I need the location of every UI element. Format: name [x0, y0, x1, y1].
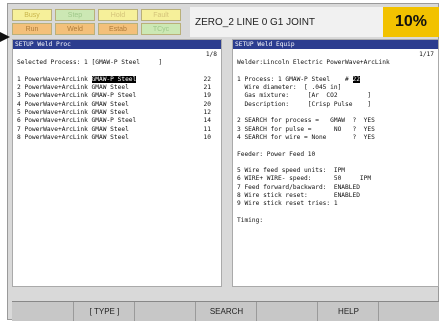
softkey-5[interactable]: [256, 302, 318, 321]
row-equipment: PowerWave+ArcLink: [24, 133, 88, 141]
row-name: 7: [17, 125, 21, 133]
row-equipment: PowerWave+ArcLink: [24, 109, 88, 117]
page-indicator: 1/8: [205, 51, 217, 58]
row-process[interactable]: GMAW-P Steel: [91, 75, 137, 83]
timing-label: Timing:: [237, 216, 264, 224]
pane-title: SETUP Weld Equip: [233, 40, 438, 49]
header-title: ZERO_2 LINE 0 G1 JOINT: [195, 17, 316, 28]
led-fault: Fault: [141, 9, 181, 21]
softkey-bar: [ TYPE ] SEARCH HELP: [12, 301, 439, 321]
process-row[interactable]: 4 PowerWave+ArcLink GMAW Steel 20: [17, 101, 217, 109]
row-name: 8: [17, 133, 21, 141]
welder-label: Welder:Lincoln Electric PowerWave+ArcLin…: [237, 59, 390, 67]
row-name: 4: [17, 100, 21, 108]
page-indicator: 1/17: [419, 51, 434, 58]
row-number: 10: [203, 133, 211, 141]
weld-proc-pane: SETUP Weld Proc 1/8 Selected Process: 1 …: [12, 39, 222, 287]
row-equipment: PowerWave+ArcLink: [24, 84, 88, 92]
process-number-field[interactable]: 22: [352, 75, 360, 83]
row-process[interactable]: GMAW-P Steel: [92, 92, 137, 99]
softkey-7[interactable]: [378, 302, 440, 321]
pane-title: SETUP Weld Proc: [13, 40, 221, 49]
process-row[interactable]: 3 PowerWave+ArcLink GMAW-P Steel 19: [17, 92, 217, 100]
row-name: 6: [17, 117, 21, 125]
row-number: 21: [203, 84, 211, 92]
process-row[interactable]: 6 PowerWave+ArcLink GMAW-P Steel 14: [17, 117, 217, 125]
softkey-3[interactable]: [134, 302, 196, 321]
row-name: 3: [17, 92, 21, 100]
led-hold: Hold: [98, 9, 138, 21]
search-process[interactable]: 2 SEARCH for process = GMAW ? YES: [237, 117, 434, 125]
search-wire[interactable]: 4 SEARCH for wire = None ? YES: [237, 134, 434, 142]
led-estab: Estab: [98, 23, 138, 35]
row-equipment: PowerWave+ArcLink: [24, 92, 88, 100]
softkey-search[interactable]: SEARCH: [195, 302, 257, 321]
row-number: 11: [203, 125, 211, 133]
row-name: 5: [17, 109, 21, 117]
row-process[interactable]: GMAW Steel: [92, 109, 129, 116]
row-process[interactable]: GMAW-P Steel: [92, 117, 137, 124]
softkey-help[interactable]: HELP: [317, 302, 379, 321]
search-pulse[interactable]: 3 SEARCH for pulse = NO ? YES: [237, 126, 434, 134]
row-process[interactable]: GMAW Steel: [92, 101, 129, 108]
softkey-1[interactable]: [12, 302, 73, 321]
row-process[interactable]: GMAW Steel: [92, 126, 129, 133]
led-tcyc: TCyc: [141, 23, 181, 35]
process-list: 1 PowerWave+ArcLink GMAW-P Steel 22 2 Powe…: [17, 75, 217, 142]
wire-feed-units[interactable]: 5 Wire feed speed units: IPM: [237, 167, 434, 175]
process-line[interactable]: 1 Process: 1 GMAW-P Steel # 22: [237, 75, 434, 84]
description[interactable]: Description: [Crisp Pulse ]: [237, 101, 434, 109]
feed-forward-backward[interactable]: 7 Feed forward/backward: ENABLED: [237, 184, 434, 192]
wire-stick-reset-tries[interactable]: 9 Wire stick reset tries: 1: [237, 200, 434, 208]
row-equipment: PowerWave+ArcLink: [24, 75, 88, 83]
process-row[interactable]: 1 PowerWave+ArcLink GMAW-P Steel 22: [17, 75, 217, 84]
weld-equip-pane: SETUP Weld Equip 1/17 Welder:Lincoln Ele…: [232, 39, 439, 287]
process-row[interactable]: 5 PowerWave+ArcLink GMAW Steel 12: [17, 109, 217, 117]
row-number: 12: [203, 109, 211, 117]
wire-speed[interactable]: 6 WIRE+ WIRE- speed: 50 IPM: [237, 175, 434, 183]
row-number: 14: [203, 117, 211, 125]
status-indicators: Busy Step Hold Fault Run Weld Estab TCyc: [12, 8, 186, 36]
row-process[interactable]: GMAW Steel: [92, 84, 129, 91]
row-number: 19: [203, 92, 211, 100]
feeder-label: Feeder: Power Feed 10: [237, 150, 316, 158]
softkey-type[interactable]: [ TYPE ]: [73, 302, 135, 321]
override-percent[interactable]: 10%: [383, 7, 439, 37]
row-equipment: PowerWave+ArcLink: [24, 125, 88, 133]
row-name: 1: [17, 75, 21, 83]
selected-process: Selected Process: 1 [GMAW-P Steel ]: [17, 59, 163, 67]
row-process[interactable]: GMAW Steel: [92, 134, 129, 141]
process-row[interactable]: 7 PowerWave+ArcLink GMAW Steel 11: [17, 126, 217, 134]
wire-stick-reset[interactable]: 8 Wire stick reset: ENABLED: [237, 192, 434, 200]
led-step: Step: [55, 9, 95, 21]
led-weld: Weld: [55, 23, 95, 35]
row-name: 2: [17, 84, 21, 92]
row-number: 20: [203, 100, 211, 108]
led-run: Run: [12, 23, 52, 35]
wire-diameter[interactable]: Wire diameter: [ .045 in]: [237, 84, 434, 92]
gas-mixture[interactable]: Gas mixture: [Ar CO2 ]: [237, 92, 434, 100]
process-row[interactable]: 8 PowerWave+ArcLink GMAW Steel 10: [17, 134, 217, 142]
led-busy: Busy: [12, 9, 52, 21]
process-row[interactable]: 2 PowerWave+ArcLink GMAW Steel 21: [17, 84, 217, 92]
row-equipment: PowerWave+ArcLink: [24, 117, 88, 125]
row-number: 22: [203, 75, 211, 83]
row-equipment: PowerWave+ArcLink: [24, 100, 88, 108]
